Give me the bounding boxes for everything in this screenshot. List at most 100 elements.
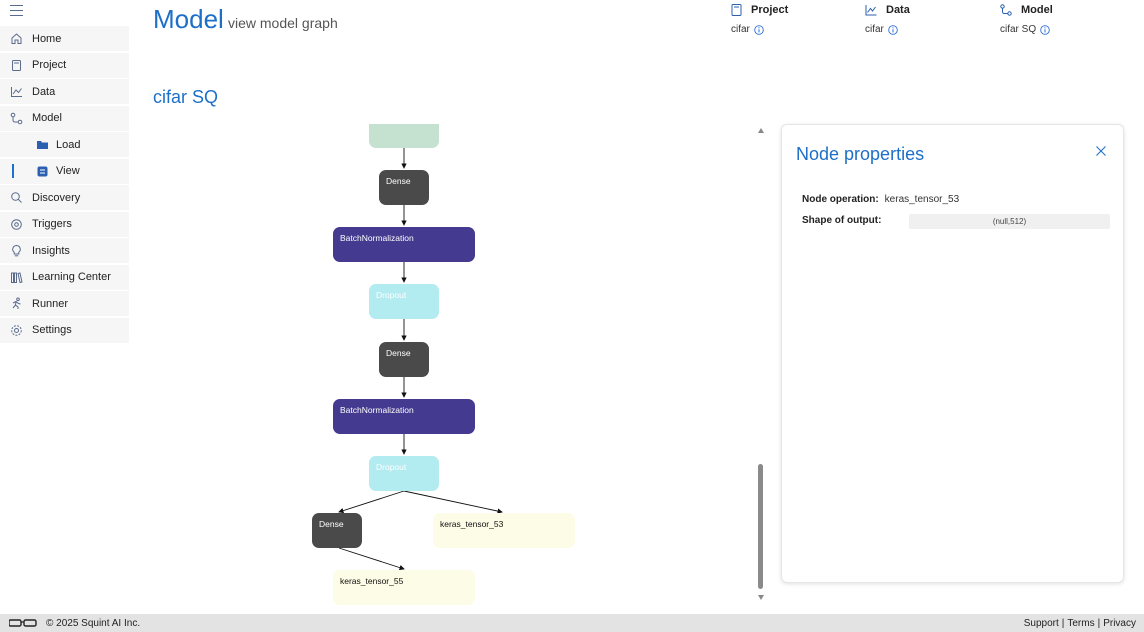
graph-node-label: keras_tensor_53 bbox=[440, 519, 504, 529]
graph-node-dense[interactable]: Dense bbox=[379, 342, 429, 377]
header-model-value: cifar SQ bbox=[1000, 24, 1037, 35]
sidebar-item-learning-center[interactable]: Learning Center bbox=[0, 264, 129, 290]
sidebar-item-data[interactable]: Data bbox=[0, 79, 129, 104]
prop-row-shape: Shape of output: bbox=[802, 215, 881, 226]
model-graph-svg[interactable]: Flatten Dense BatchNormalization Dropout Den… bbox=[150, 124, 750, 608]
info-icon[interactable] bbox=[1040, 24, 1050, 35]
header-model: Model cifar SQ bbox=[1000, 4, 1053, 35]
close-icon[interactable] bbox=[1095, 145, 1107, 157]
graph-node-tensor[interactable]: keras_tensor_55 bbox=[333, 570, 475, 605]
graph-node-batchnorm[interactable]: BatchNormalization bbox=[333, 399, 475, 434]
sidebar-item-triggers[interactable]: Triggers bbox=[0, 211, 129, 237]
footer-link-terms[interactable]: Terms bbox=[1067, 618, 1094, 629]
prop-operation-value: keras_tensor_53 bbox=[884, 194, 960, 205]
clipboard-icon bbox=[12, 59, 21, 71]
runner-icon bbox=[12, 297, 21, 309]
sidebar-item-discovery[interactable]: Discovery bbox=[0, 185, 129, 210]
header-project: Project cifar bbox=[731, 4, 788, 35]
header-project-label: Project bbox=[751, 4, 789, 16]
footer-separator: | bbox=[1061, 618, 1065, 629]
sidebar-item-home[interactable]: Home bbox=[0, 26, 129, 51]
scroll-up-icon[interactable] bbox=[758, 128, 764, 133]
sidebar-item-view[interactable]: View bbox=[0, 158, 129, 184]
graph-node-label: keras_tensor_55 bbox=[340, 576, 404, 586]
scrollbar-thumb[interactable] bbox=[758, 464, 763, 589]
sidebar-item-model[interactable]: Model bbox=[0, 105, 129, 131]
sidebar-nav: Home Project Data Model Load View Discov… bbox=[0, 26, 129, 344]
graph-edge bbox=[338, 490, 405, 514]
sidebar-item-label: Model bbox=[32, 112, 62, 124]
prop-shape-value: (null,512) bbox=[909, 214, 1110, 229]
footer-copyright: © 2025 Squint AI Inc. bbox=[46, 618, 141, 629]
graph-nodes: Flatten Dense BatchNormalization Dropout Den… bbox=[312, 124, 575, 605]
folder-icon bbox=[37, 141, 48, 149]
graph-node-label: BatchNormalization bbox=[340, 405, 414, 415]
model-graph[interactable]: Flatten Dense BatchNormalization Dropout Den… bbox=[150, 124, 750, 608]
model-graph-icon bbox=[10, 112, 23, 124]
sidebar-item-label: Learning Center bbox=[32, 271, 111, 283]
sidebar-item-label: Load bbox=[56, 138, 81, 151]
graph-node-dropout[interactable]: Dropout bbox=[369, 456, 439, 491]
graph-node-label: Dense bbox=[319, 519, 344, 529]
footer-links: Support | Terms | Privacy bbox=[1024, 618, 1136, 629]
list-icon bbox=[37, 166, 48, 176]
graph-node-label: BatchNormalization bbox=[340, 233, 414, 243]
chart-icon bbox=[865, 5, 877, 16]
prop-shape-label: Shape of output: bbox=[802, 215, 882, 226]
footer-link-support[interactable]: Support bbox=[1024, 618, 1059, 629]
graph-node-label: Dropout bbox=[376, 462, 407, 472]
active-indicator bbox=[12, 163, 14, 178]
info-icon[interactable] bbox=[888, 24, 898, 35]
sidebar-item-label: Data bbox=[32, 85, 56, 98]
graph-node-label: Flatten bbox=[376, 124, 402, 126]
panel-title: Node properties bbox=[796, 144, 925, 164]
graph-node-flatten[interactable]: Flatten bbox=[369, 124, 439, 148]
graph-node-label: Dense bbox=[386, 176, 411, 186]
graph-edge bbox=[403, 490, 503, 514]
squint-logo-icon bbox=[9, 619, 37, 627]
prop-row-operation: Node operation: keras_tensor_53 bbox=[802, 194, 959, 205]
graph-node-dense[interactable]: Dense bbox=[379, 170, 429, 205]
model-graph-icon bbox=[1000, 4, 1012, 16]
sidebar-item-label: Runner bbox=[32, 297, 69, 310]
sidebar-item-insights[interactable]: Insights bbox=[0, 238, 129, 263]
clipboard-icon bbox=[731, 4, 742, 16]
sidebar-item-label: Discovery bbox=[32, 191, 81, 204]
graph-edge bbox=[338, 547, 405, 571]
sidebar-item-project[interactable]: Project bbox=[0, 52, 129, 78]
gear-icon bbox=[11, 324, 22, 336]
graph-node-tensor[interactable]: keras_tensor_53 bbox=[433, 513, 575, 548]
sidebar-item-load[interactable]: Load bbox=[0, 132, 129, 157]
books-icon bbox=[11, 271, 23, 283]
menu-icon[interactable] bbox=[10, 4, 24, 18]
scroll-down-icon[interactable] bbox=[758, 595, 764, 600]
graph-node-batchnorm[interactable]: BatchNormalization bbox=[333, 227, 475, 262]
graph-node-dense[interactable]: Dense bbox=[312, 513, 362, 548]
graph-node-label: Dropout bbox=[376, 290, 407, 300]
header-model-label: Model bbox=[1021, 4, 1053, 16]
prop-operation-label: Node operation: bbox=[802, 194, 879, 205]
sidebar-item-label: Project bbox=[32, 59, 67, 71]
page-subtitle: view model graph bbox=[228, 15, 338, 31]
model-name-heading: cifar SQ bbox=[153, 87, 219, 107]
sidebar-item-label: Home bbox=[32, 32, 62, 45]
graph-node-dropout[interactable]: Dropout bbox=[369, 284, 439, 319]
sidebar-item-label: View bbox=[56, 165, 80, 177]
lightbulb-icon bbox=[12, 244, 21, 257]
sidebar-item-settings[interactable]: Settings bbox=[0, 317, 129, 343]
graph-node-box[interactable] bbox=[369, 124, 439, 148]
graph-scrollbar[interactable] bbox=[755, 124, 767, 606]
sidebar-item-runner[interactable]: Runner bbox=[0, 291, 129, 316]
footer-separator: | bbox=[1097, 618, 1101, 629]
page-title: Model bbox=[153, 4, 224, 34]
header-data: Data cifar bbox=[865, 4, 910, 35]
footer-link-privacy[interactable]: Privacy bbox=[1103, 618, 1136, 629]
sidebar-item-label: Triggers bbox=[32, 218, 72, 230]
graph-node-label: Dense bbox=[386, 348, 411, 358]
info-icon[interactable] bbox=[754, 24, 764, 35]
node-properties-panel: Node properties Node operation: keras_te… bbox=[781, 124, 1124, 583]
sidebar-item-label: Settings bbox=[32, 324, 72, 336]
search-icon bbox=[11, 192, 22, 203]
header-project-value: cifar bbox=[731, 24, 750, 35]
footer: © 2025 Squint AI Inc. Support | Terms | … bbox=[0, 614, 1144, 632]
